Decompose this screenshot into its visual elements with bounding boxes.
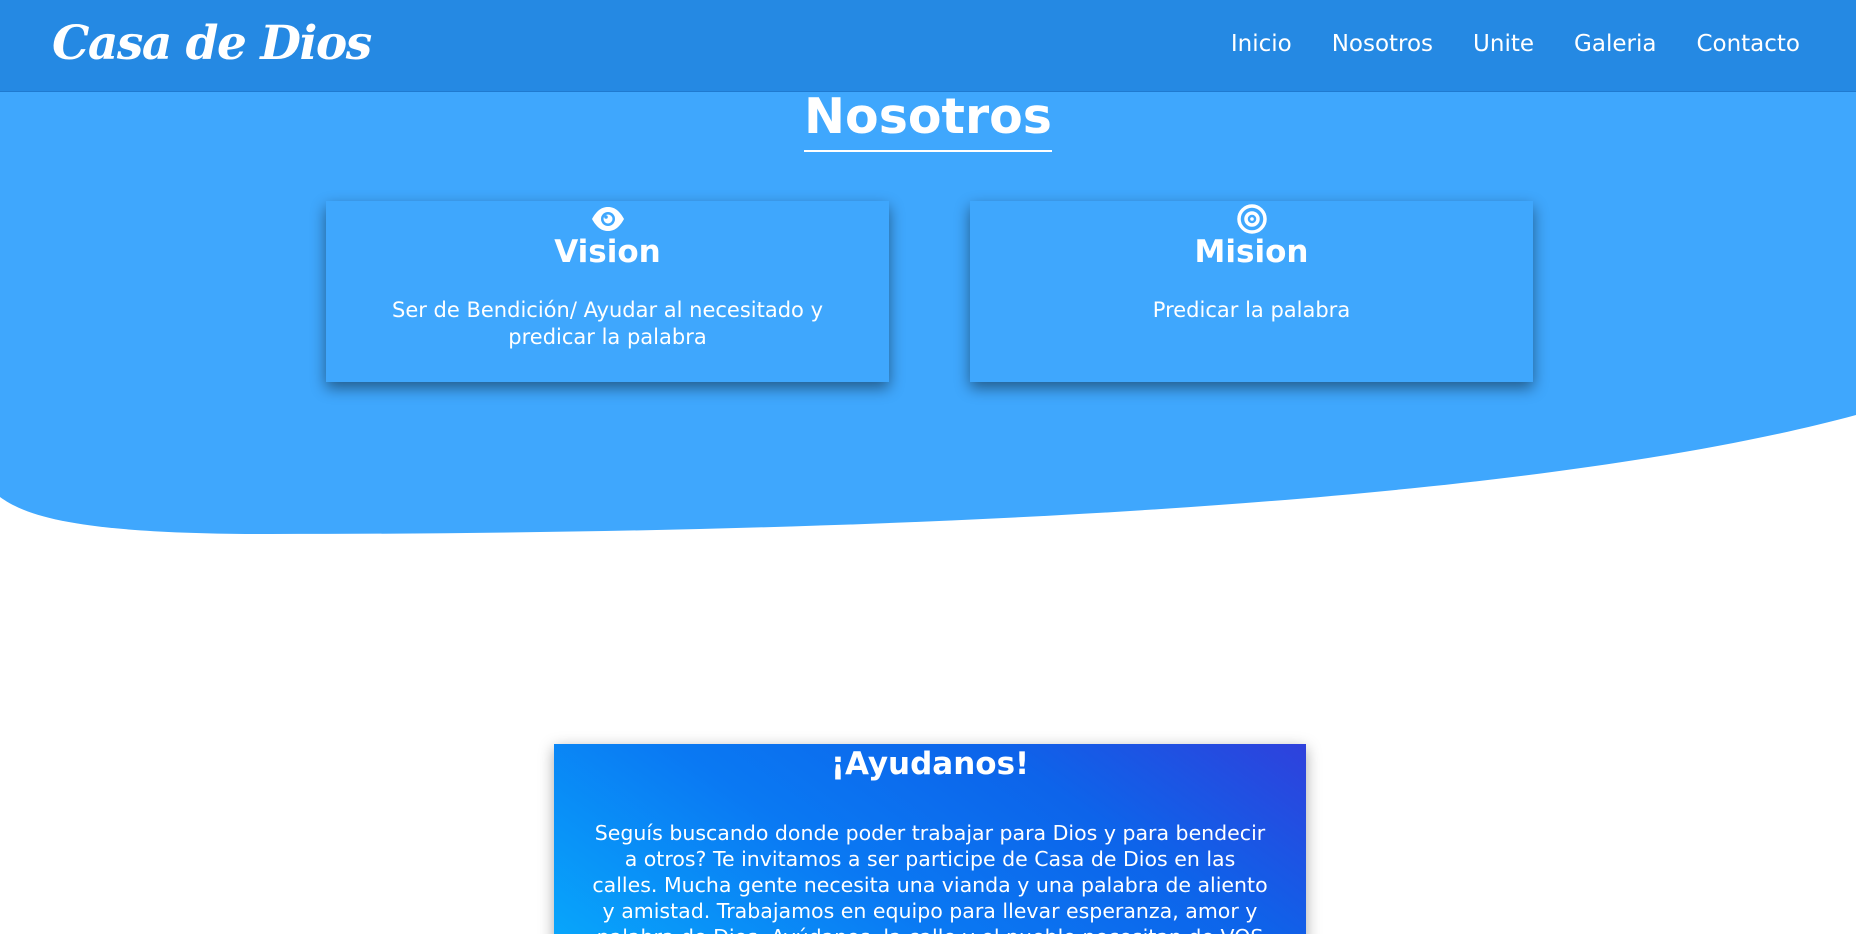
- nav-link-galeria[interactable]: Galeria: [1574, 26, 1656, 62]
- ayudanos-card: ¡Ayudanos! Seguís buscando donde poder t…: [554, 744, 1306, 934]
- main-nav: Inicio Nosotros Unite Galeria Contacto: [1231, 26, 1800, 62]
- page: Casa de Dios Inicio Nosotros Unite Galer…: [0, 0, 1856, 934]
- vision-text: Ser de Bendición/ Ayudar al necesitado y…: [392, 298, 823, 349]
- vision-title: Vision: [554, 234, 661, 270]
- nav-link-contacto[interactable]: Contacto: [1696, 26, 1800, 62]
- navbar: Casa de Dios Inicio Nosotros Unite Galer…: [0, 0, 1856, 92]
- nav-link-unite[interactable]: Unite: [1473, 26, 1534, 62]
- ayudanos-text: Seguís buscando donde poder trabajar par…: [592, 821, 1268, 934]
- section-title: Nosotros: [0, 86, 1856, 152]
- nav-link-inicio[interactable]: Inicio: [1231, 26, 1292, 62]
- nosotros-heading: Nosotros: [804, 86, 1052, 152]
- section-wave-background: [0, 91, 1856, 534]
- mision-text: Predicar la palabra: [1152, 298, 1351, 322]
- ayudanos-title: ¡Ayudanos!: [830, 746, 1030, 782]
- mision-title: Mision: [1194, 234, 1309, 270]
- brand-logo[interactable]: Casa de Dios: [52, 14, 372, 74]
- mision-card: Mision Predicar la palabra: [970, 201, 1533, 382]
- vision-card: Vision Ser de Bendición/ Ayudar al neces…: [326, 201, 889, 382]
- nav-link-nosotros[interactable]: Nosotros: [1332, 26, 1433, 62]
